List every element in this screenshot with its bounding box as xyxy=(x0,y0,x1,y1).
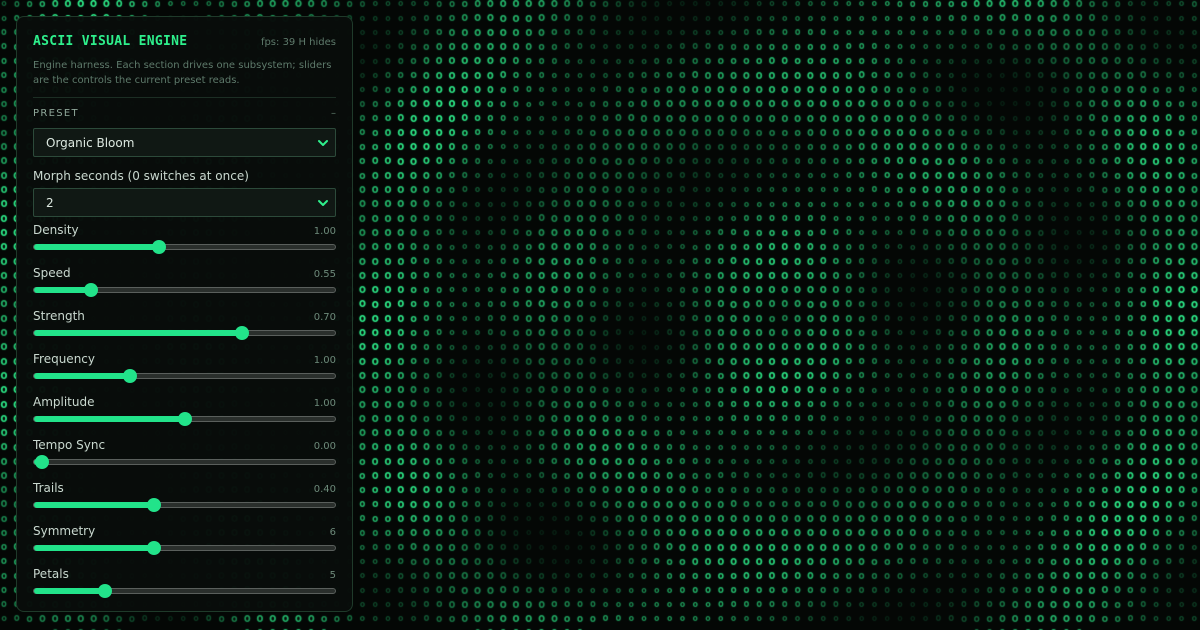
slider-track[interactable] xyxy=(33,369,336,383)
slider-head: Density 1.00 xyxy=(33,223,336,239)
slider-label: Speed xyxy=(33,266,71,280)
slider-frequency: Frequency 1.00 xyxy=(33,352,336,395)
slider-value: 0.70 xyxy=(313,312,336,323)
panel-header: ASCII VISUAL ENGINE fps: 39 H hides xyxy=(33,34,336,49)
chevron-down-icon xyxy=(318,200,328,206)
slider-value: 0.00 xyxy=(313,441,336,452)
control-panel: ASCII VISUAL ENGINE fps: 39 H hides Engi… xyxy=(16,16,353,612)
slider-fill xyxy=(34,244,159,250)
slider-fill xyxy=(34,287,91,293)
slider-head: Amplitude 1.00 xyxy=(33,395,336,411)
slider-track[interactable] xyxy=(33,498,336,512)
slider-tempo-sync: Tempo Sync 0.00 xyxy=(33,438,336,481)
slider-label: Tempo Sync xyxy=(33,438,106,452)
slider-label: Petals xyxy=(33,567,69,581)
slider-thumb[interactable] xyxy=(83,283,98,297)
slider-fill xyxy=(34,330,242,336)
slider-thumb[interactable] xyxy=(97,584,112,598)
slider-value: 1.00 xyxy=(313,355,336,366)
morph-seconds-select[interactable]: 2 xyxy=(33,188,336,217)
slider-value: 0.55 xyxy=(313,269,336,280)
slider-fill xyxy=(34,373,131,379)
panel-description: Engine harness. Each section drives one … xyxy=(33,60,332,86)
slider-list: Density 1.00 Speed 0.55 Strength 0.70 Frequenc… xyxy=(33,223,336,610)
slider-head: Petals 5 xyxy=(33,567,336,583)
slider-fill xyxy=(34,588,105,594)
slider-head: Trails 0.40 xyxy=(33,481,336,497)
panel-title: ASCII VISUAL ENGINE xyxy=(33,34,188,49)
slider-fill xyxy=(34,416,185,422)
slider-thumb[interactable] xyxy=(34,455,49,469)
slider-track[interactable] xyxy=(33,283,336,297)
morph-select-value: 2 xyxy=(46,195,54,210)
slider-thumb[interactable] xyxy=(123,369,138,383)
preset-select[interactable]: Organic Bloom xyxy=(33,128,336,157)
chevron-down-icon xyxy=(318,140,328,146)
slider-amplitude: Amplitude 1.00 xyxy=(33,395,336,438)
slider-head: Tempo Sync 0.00 xyxy=(33,438,336,454)
fps-readout: fps: 39 H hides xyxy=(260,37,336,48)
slider-track[interactable] xyxy=(33,541,336,555)
slider-value: 1.00 xyxy=(313,398,336,409)
slider-track[interactable] xyxy=(33,455,336,469)
slider-label: Frequency xyxy=(33,352,95,366)
slider-track[interactable] xyxy=(33,584,336,598)
slider-thumb[interactable] xyxy=(147,498,162,512)
slider-symmetry: Symmetry 6 xyxy=(33,524,336,567)
slider-speed: Speed 0.55 xyxy=(33,266,336,309)
section-title: PRESET xyxy=(33,108,79,119)
slider-thumb[interactable] xyxy=(234,326,249,340)
slider-label: Amplitude xyxy=(33,395,95,409)
slider-thumb[interactable] xyxy=(147,541,162,555)
preset-select-value: Organic Bloom xyxy=(46,135,135,150)
slider-label: Density xyxy=(33,223,79,237)
slider-track[interactable] xyxy=(33,326,336,340)
slider-petals: Petals 5 xyxy=(33,567,336,610)
slider-label: Symmetry xyxy=(33,524,96,538)
slider-trails: Trails 0.40 xyxy=(33,481,336,524)
slider-value: 5 xyxy=(329,570,336,581)
slider-head: Frequency 1.00 xyxy=(33,352,336,368)
slider-track[interactable] xyxy=(33,240,336,254)
slider-label: Strength xyxy=(33,309,85,323)
slider-value: 1.00 xyxy=(313,226,336,237)
slider-value: 0.40 xyxy=(313,484,336,495)
slider-thumb[interactable] xyxy=(177,412,192,426)
slider-density: Density 1.00 xyxy=(33,223,336,266)
slider-value: 6 xyxy=(329,527,336,538)
slider-track[interactable] xyxy=(33,412,336,426)
slider-label: Trails xyxy=(33,481,64,495)
slider-head: Symmetry 6 xyxy=(33,524,336,540)
slider-thumb[interactable] xyxy=(151,240,166,254)
divider xyxy=(33,97,336,98)
slider-strength: Strength 0.70 xyxy=(33,309,336,352)
slider-head: Strength 0.70 xyxy=(33,309,336,325)
morph-seconds-label: Morph seconds (0 switches at once) xyxy=(33,169,249,183)
preset-section-header[interactable]: PRESET – xyxy=(33,108,336,119)
slider-fill xyxy=(34,545,155,551)
collapse-toggle[interactable]: – xyxy=(331,108,336,119)
slider-fill xyxy=(34,502,155,508)
slider-head: Speed 0.55 xyxy=(33,266,336,282)
